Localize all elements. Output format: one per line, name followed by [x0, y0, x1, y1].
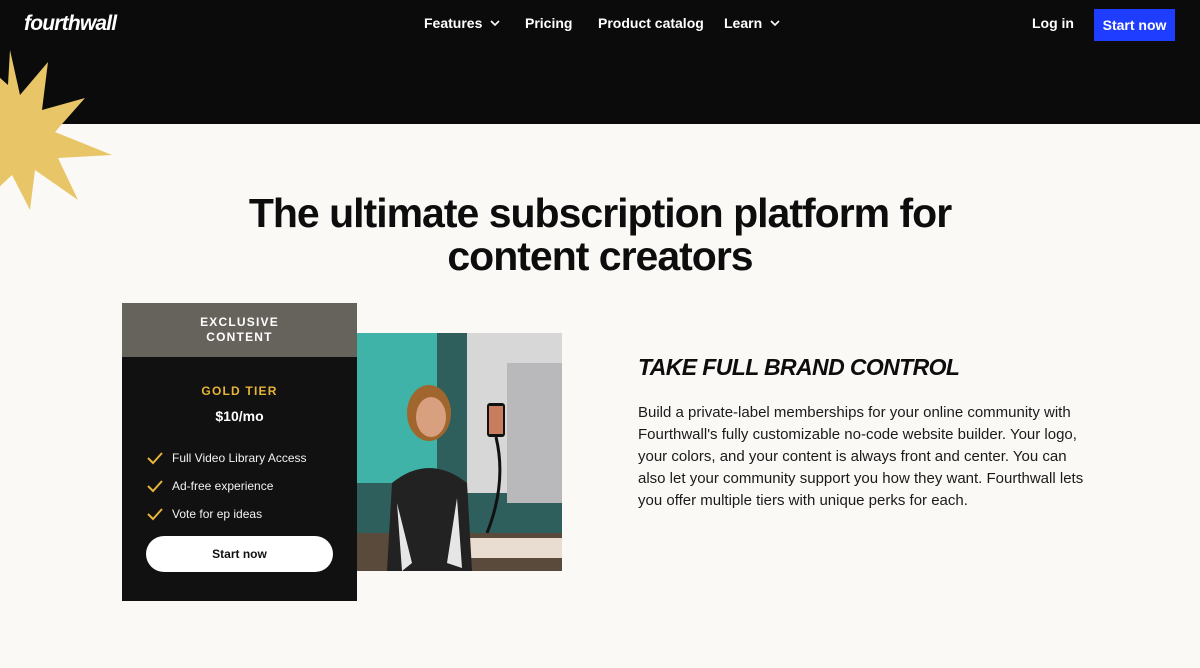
card-start-now-button[interactable]: Start now [146, 536, 333, 572]
hero-title: The ultimate subscription platform for c… [100, 192, 1100, 278]
chevron-down-icon [490, 20, 500, 27]
chevron-down-icon [770, 20, 780, 27]
nav-product-catalog-label: Product catalog [598, 15, 704, 31]
perk-label: Full Video Library Access [172, 451, 307, 465]
card-header: EXCLUSIVE CONTENT [122, 303, 357, 357]
tier-price: $10/mo [215, 408, 264, 424]
perk-label: Ad-free experience [172, 479, 274, 493]
perk-item: Vote for ep ideas [146, 500, 357, 528]
check-icon [147, 452, 163, 465]
tier-name: GOLD TIER [201, 384, 278, 398]
card-header-line2: CONTENT [206, 330, 273, 344]
nav-learn[interactable]: Learn [724, 15, 781, 31]
perk-list: Full Video Library Access Ad-free experi… [122, 444, 357, 528]
main-nav: Features Pricing Product catalog Learn [0, 15, 1200, 35]
check-icon [147, 508, 163, 521]
hero-title-line1: The ultimate subscription platform for [248, 190, 952, 236]
hero-title-line2: content creators [447, 233, 753, 279]
perk-label: Vote for ep ideas [172, 507, 263, 521]
nav-learn-label: Learn [724, 15, 763, 31]
feature-body: Build a private-label memberships for yo… [638, 404, 1084, 509]
membership-tier-card: EXCLUSIVE CONTENT GOLD TIER $10/mo Full … [122, 303, 357, 601]
check-icon [147, 480, 163, 493]
nav-features-label: Features [424, 15, 483, 31]
feature-title: TAKE FULL BRAND CONTROL [638, 354, 960, 380]
creator-photo-illustration [357, 333, 562, 571]
nav-pricing-label: Pricing [525, 15, 573, 31]
creator-photo [357, 333, 562, 571]
card-header-line1: EXCLUSIVE [200, 315, 279, 329]
login-link[interactable]: Log in [1032, 15, 1074, 31]
nav-pricing[interactable]: Pricing [525, 15, 572, 31]
top-navigation-bar: fourthwall Features Pricing Product cata… [0, 0, 1200, 124]
start-now-button[interactable]: Start now [1094, 9, 1175, 41]
perk-item: Full Video Library Access [146, 444, 357, 472]
nav-features[interactable]: Features [424, 15, 501, 31]
nav-product-catalog[interactable]: Product catalog [598, 15, 704, 31]
perk-item: Ad-free experience [146, 472, 357, 500]
